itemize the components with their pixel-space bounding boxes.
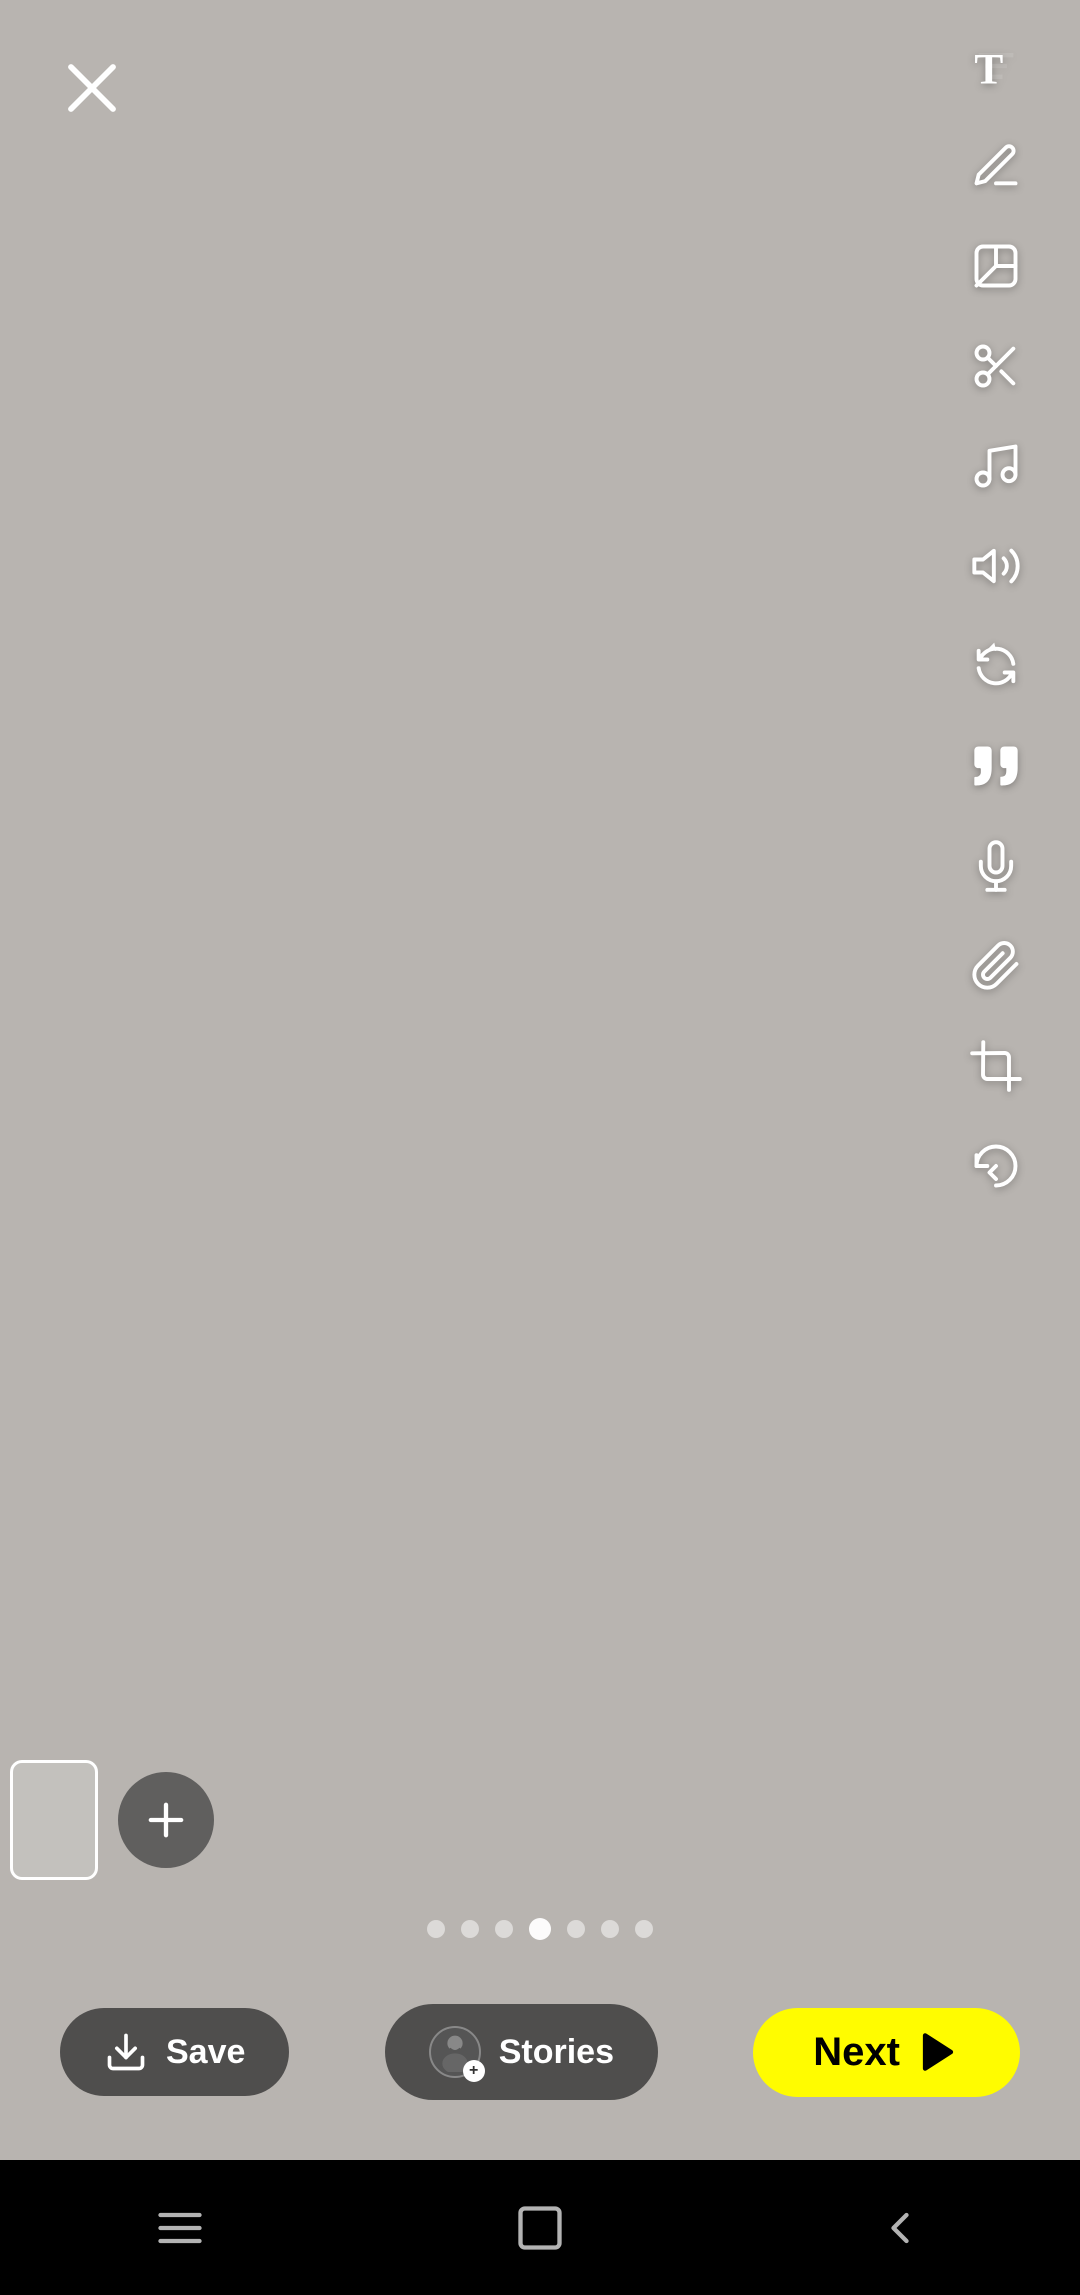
bottom-bar: Save + Stories: [0, 2004, 1080, 2100]
dot-7[interactable]: [635, 1920, 653, 1938]
dot-2[interactable]: [461, 1920, 479, 1938]
dot-4[interactable]: [529, 1918, 551, 1940]
home-icon[interactable]: [514, 2202, 566, 2254]
draw-icon[interactable]: [960, 130, 1032, 202]
mic-icon[interactable]: [960, 830, 1032, 902]
canvas: T: [0, 0, 1080, 2160]
link-icon[interactable]: [960, 930, 1032, 1002]
next-button[interactable]: Next: [753, 2008, 1020, 2097]
save-label: Save: [166, 2033, 245, 2072]
dot-1[interactable]: [427, 1920, 445, 1938]
close-button[interactable]: [52, 48, 132, 128]
story-thumbnail[interactable]: [10, 1760, 98, 1880]
save-button[interactable]: Save: [60, 2008, 289, 2096]
back-icon[interactable]: [874, 2202, 926, 2254]
stories-label: Stories: [499, 2033, 614, 2072]
dot-5[interactable]: [567, 1920, 585, 1938]
undo-icon[interactable]: [960, 1130, 1032, 1202]
dot-6[interactable]: [601, 1920, 619, 1938]
text-icon[interactable]: T: [960, 30, 1032, 102]
scissors-icon[interactable]: [960, 330, 1032, 402]
quote-icon[interactable]: [960, 730, 1032, 802]
next-label: Next: [813, 2030, 900, 2075]
add-button[interactable]: [118, 1772, 214, 1868]
volume-icon[interactable]: [960, 530, 1032, 602]
remix-icon[interactable]: [960, 630, 1032, 702]
crop-icon[interactable]: [960, 1030, 1032, 1102]
bottom-left-area: [0, 1760, 214, 1880]
add-story-plus: +: [463, 2060, 485, 2082]
menu-icon[interactable]: [154, 2202, 206, 2254]
music-icon[interactable]: [960, 430, 1032, 502]
page-dots: [427, 1918, 653, 1940]
android-nav-bar: [0, 2160, 1080, 2295]
right-toolbar: T: [960, 30, 1032, 1202]
dot-3[interactable]: [495, 1920, 513, 1938]
sticker-icon[interactable]: [960, 230, 1032, 302]
svg-text:T: T: [974, 45, 1003, 92]
stories-button[interactable]: + Stories: [385, 2004, 658, 2100]
